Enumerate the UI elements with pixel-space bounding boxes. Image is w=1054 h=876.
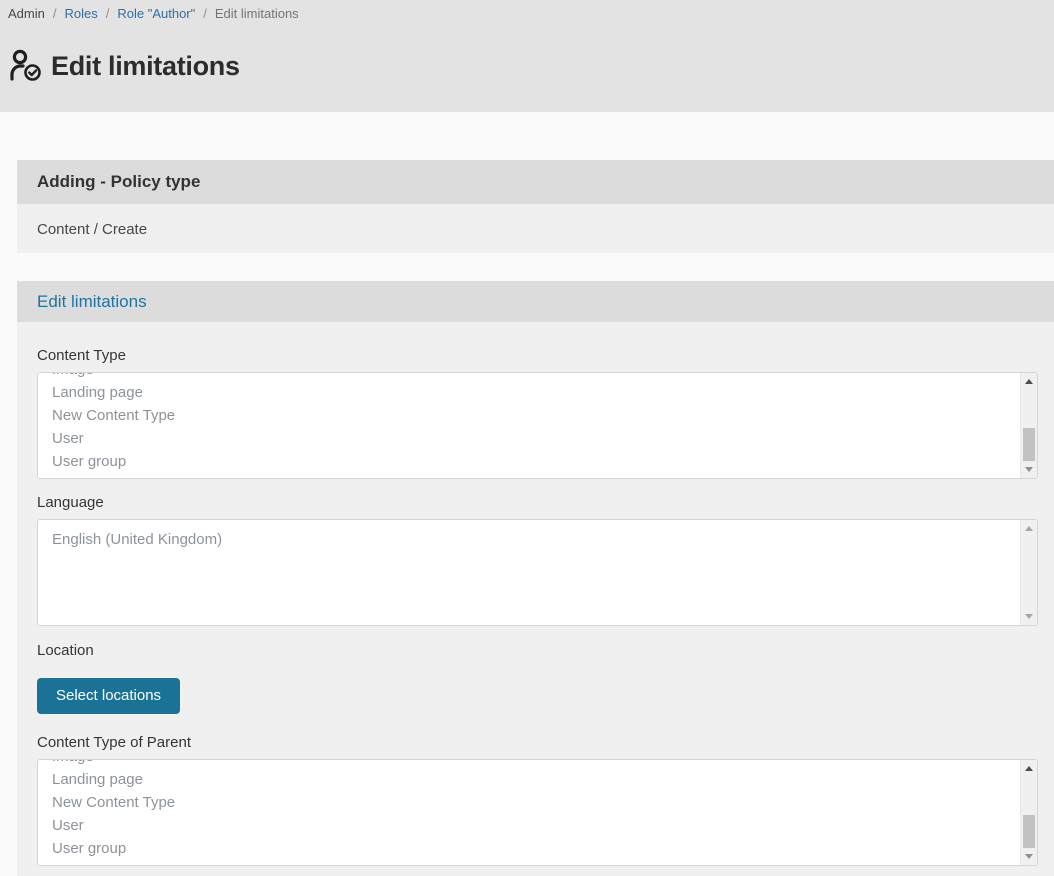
- select-locations-button[interactable]: Select locations: [37, 678, 180, 714]
- language-scrollbar[interactable]: [1020, 520, 1037, 625]
- breadcrumb-item: Admin: [8, 6, 45, 21]
- select-option[interactable]: User group: [52, 837, 1037, 860]
- content-type-of-parent-label: Content Type of Parent: [37, 734, 1038, 752]
- breadcrumb-item[interactable]: Role "Author": [117, 6, 195, 21]
- select-option[interactable]: New Content Type: [52, 404, 1037, 427]
- select-option[interactable]: User group: [52, 450, 1037, 473]
- select-option[interactable]: User: [52, 427, 1037, 450]
- language-multiselect[interactable]: English (United Kingdom): [37, 519, 1038, 626]
- page-title: Edit limitations: [51, 51, 240, 82]
- select-option-partial[interactable]: Image: [52, 373, 1037, 381]
- content-type-label: Content Type: [37, 347, 1038, 365]
- select-option[interactable]: New Content Type: [52, 791, 1037, 814]
- scrollbar-thumb[interactable]: [1023, 815, 1035, 848]
- breadcrumb-item: Edit limitations: [215, 6, 299, 21]
- select-option[interactable]: User: [52, 814, 1037, 837]
- breadcrumb-item[interactable]: Roles: [64, 6, 97, 21]
- content-type-multiselect[interactable]: ImageLanding pageNew Content TypeUserUse…: [37, 372, 1038, 479]
- scroll-down-icon[interactable]: [1021, 848, 1037, 865]
- scroll-down-icon[interactable]: [1021, 461, 1037, 478]
- policy-type-card-body: Content / Create: [17, 204, 1054, 253]
- breadcrumb-separator: /: [106, 6, 110, 21]
- scroll-up-icon[interactable]: [1021, 760, 1037, 777]
- breadcrumb-separator: /: [203, 6, 207, 21]
- edit-limitations-card: Edit limitations Content Type ImageLandi…: [17, 281, 1054, 876]
- select-option[interactable]: Landing page: [52, 381, 1037, 404]
- location-label: Location: [37, 642, 1038, 660]
- content-type-of-parent-scrollbar[interactable]: [1020, 760, 1037, 865]
- main-content: Adding - Policy type Content / Create Ed…: [0, 112, 1054, 876]
- user-check-icon: [8, 48, 43, 87]
- policy-type-card-header: Adding - Policy type: [17, 160, 1054, 204]
- breadcrumb: Admin / Roles / Role "Author" / Edit limitatio…: [8, 6, 1054, 22]
- scrollbar-thumb[interactable]: [1023, 428, 1035, 461]
- title-row: Edit limitations: [8, 46, 1054, 87]
- edit-limitations-card-title: Edit limitations: [37, 292, 147, 312]
- select-option[interactable]: Landing page: [52, 768, 1037, 791]
- content-type-of-parent-multiselect[interactable]: ImageLanding pageNew Content TypeUserUse…: [37, 759, 1038, 866]
- policy-value: Content / Create: [37, 221, 147, 238]
- content-type-scrollbar[interactable]: [1020, 373, 1037, 478]
- page-header: Admin / Roles / Role "Author" / Edit limitatio…: [0, 0, 1054, 112]
- scroll-down-icon[interactable]: [1021, 608, 1037, 625]
- breadcrumb-separator: /: [53, 6, 57, 21]
- edit-limitations-card-body: Content Type ImageLanding pageNew Conten…: [17, 322, 1054, 876]
- scroll-up-icon[interactable]: [1021, 373, 1037, 390]
- select-option[interactable]: English (United Kingdom): [52, 528, 1037, 551]
- language-label: Language: [37, 494, 1038, 512]
- edit-limitations-card-header: Edit limitations: [17, 281, 1054, 322]
- policy-type-card-title: Adding - Policy type: [37, 172, 200, 192]
- scroll-up-icon[interactable]: [1021, 520, 1037, 537]
- policy-type-card: Adding - Policy type Content / Create: [17, 160, 1054, 253]
- select-option-partial[interactable]: Image: [52, 760, 1037, 768]
